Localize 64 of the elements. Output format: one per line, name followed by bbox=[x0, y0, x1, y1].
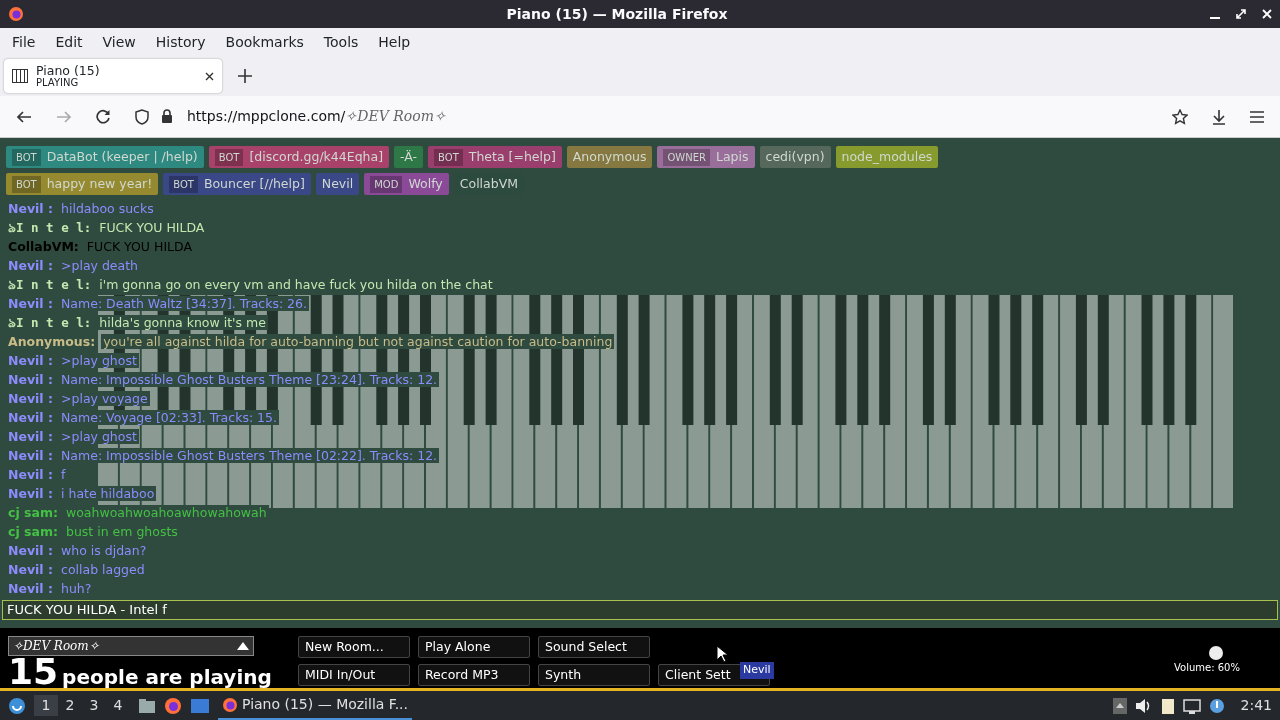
chat-message: i'm gonna go on every vm and have fuck you hilda on the chat bbox=[97, 277, 495, 292]
taskbar-window-title: Piano (15) — Mozilla F... bbox=[242, 695, 408, 714]
chat-author: cj sam: bbox=[6, 524, 60, 539]
chat-author: Nevil : bbox=[6, 258, 55, 273]
chat-message: hildaboo sucks bbox=[59, 201, 156, 216]
user-role-badge: BOT bbox=[12, 148, 41, 166]
tab-title: Piano (15) bbox=[36, 63, 101, 78]
chat-author: Nevil : bbox=[6, 296, 55, 311]
chat-message: i hate hildaboo bbox=[59, 486, 157, 501]
clock: 2:41 bbox=[1240, 696, 1272, 715]
chat-message: woahwoahwoahoawhowahowah bbox=[63, 505, 269, 520]
chat-author: Nevil : bbox=[6, 372, 55, 387]
chat-message: Name: Death Waltz [34:37]. Tracks: 26. bbox=[59, 296, 309, 311]
chat-author: Nevil : bbox=[6, 581, 55, 596]
chat-author: cj sam: bbox=[6, 505, 60, 520]
cursor-name-tooltip: Nevil bbox=[740, 662, 774, 679]
user-name: node_modules bbox=[841, 147, 933, 166]
chat-author: Nevil : bbox=[6, 429, 55, 444]
chat-author: Nevil : bbox=[6, 448, 55, 463]
user-name: Wolfy bbox=[408, 174, 443, 193]
user-name: CollabVM bbox=[459, 174, 518, 193]
chat-author: Nevil : bbox=[6, 543, 55, 558]
user-role-badge: BOT bbox=[434, 148, 463, 166]
chat-message: collab lagged bbox=[59, 562, 147, 577]
user-name: cedi(vpn) bbox=[765, 147, 825, 166]
user-name: Bouncer [//help] bbox=[203, 174, 305, 193]
tab-status: PLAYING bbox=[36, 77, 80, 89]
user-name: Theta [=help] bbox=[468, 147, 556, 166]
user-role-badge: BOT bbox=[214, 148, 244, 166]
chat-author: Nevil : bbox=[6, 562, 55, 577]
chat-message: hilda's gonna know it's me bbox=[97, 315, 268, 330]
window-title: Piano (15) — Mozilla Firefox bbox=[505, 4, 729, 24]
chat-message: huh? bbox=[59, 581, 94, 596]
chat-message: >play ghost bbox=[59, 353, 139, 368]
user-name: Lapis bbox=[716, 147, 749, 166]
user-name: -Ä- bbox=[400, 147, 418, 166]
user-name: [discord.gg/k44Eqha] bbox=[249, 147, 384, 166]
user-role-badge: OWNER bbox=[663, 148, 710, 166]
player-count-caption: people are playing bbox=[62, 664, 272, 691]
volume-label: Volume: 60% bbox=[1174, 661, 1240, 675]
chat-message: Name: Impossible Ghost Busters Theme [23:24]. Tracks: 12. bbox=[59, 372, 440, 387]
user-role-badge: BOT bbox=[169, 175, 198, 193]
user-role-badge: MOD bbox=[370, 175, 403, 193]
chat-message: Name: Impossible Ghost Busters Theme [02:22]. Tracks: 12. bbox=[59, 448, 440, 463]
chat-author: Nevil : bbox=[6, 486, 55, 501]
chat-message: FUCK YOU HILDA bbox=[97, 220, 207, 235]
player-count: 15 bbox=[8, 654, 59, 690]
chat-message: Name: Voyage [02:33]. Tracks: 15. bbox=[59, 410, 279, 425]
chat-author: CollabVM: bbox=[6, 239, 81, 254]
chat-author: Nevil : bbox=[6, 467, 55, 482]
chat-message: you're all against hilda for auto-banning but not against caution for auto-banning bbox=[101, 334, 615, 349]
chat-author: Nevil : bbox=[6, 353, 55, 368]
user-name: Anonymous bbox=[572, 147, 647, 166]
chat-author: Nevil : bbox=[6, 201, 55, 216]
chat-author: Nevil : bbox=[6, 410, 55, 425]
chat-message: f bbox=[59, 467, 68, 482]
user-role-badge: BOT bbox=[12, 175, 41, 193]
user-name: happy new year! bbox=[46, 174, 153, 193]
user-name: DataBot (keeper | /help) bbox=[46, 147, 198, 166]
chat-message: >play ghost bbox=[59, 429, 139, 444]
chat-message: >play voyage bbox=[59, 391, 150, 406]
chat-message: who is djdan? bbox=[59, 543, 149, 558]
user-name: Nevil bbox=[321, 174, 354, 193]
chat-author: Nevil : bbox=[6, 391, 55, 406]
